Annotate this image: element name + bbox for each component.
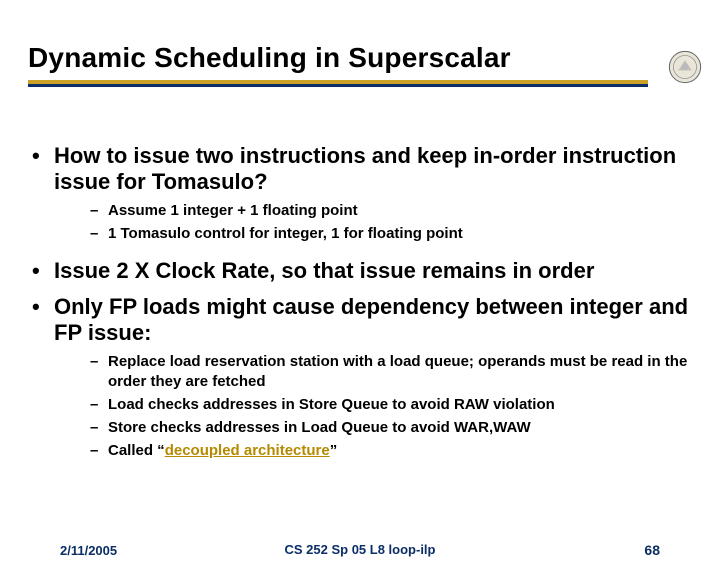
bullet-text: Only FP loads might cause dependency bet… — [54, 294, 692, 346]
title-underline — [28, 80, 648, 87]
sub-bullet-text: Assume 1 integer + 1 floating point — [108, 201, 692, 221]
dash-marker: – — [90, 441, 108, 461]
dash-marker: – — [90, 201, 108, 221]
dash-marker: – — [90, 224, 108, 244]
sub-bullet-text: Load checks addresses in Store Queue to … — [108, 395, 692, 415]
sub-bullet-text: Store checks addresses in Load Queue to … — [108, 418, 692, 438]
dash-marker: – — [90, 418, 108, 438]
dash-marker: – — [90, 352, 108, 372]
footer-date: 2/11/2005 — [60, 543, 117, 558]
sub-bullet-text: Replace load reservation station with a … — [108, 352, 692, 392]
footer-page: 68 — [644, 542, 660, 558]
seal-icon — [668, 50, 702, 84]
bullet-marker: • — [32, 143, 54, 169]
bullet-text: How to issue two instructions and keep i… — [54, 143, 692, 195]
dash-marker: – — [90, 395, 108, 415]
footer-course: CS 252 Sp 05 L8 loop-ilp — [285, 542, 436, 557]
bullet-marker: • — [32, 294, 54, 320]
bullet-text: Issue 2 X Clock Rate, so that issue rema… — [54, 258, 692, 284]
bullet-marker: • — [32, 258, 54, 284]
slide-body: • How to issue two instructions and keep… — [28, 143, 692, 461]
slide-title: Dynamic Scheduling in Superscalar — [28, 42, 692, 74]
sub-bullet-text: Called “decoupled architecture” — [108, 441, 692, 461]
sub-bullet-text: 1 Tomasulo control for integer, 1 for fl… — [108, 224, 692, 244]
